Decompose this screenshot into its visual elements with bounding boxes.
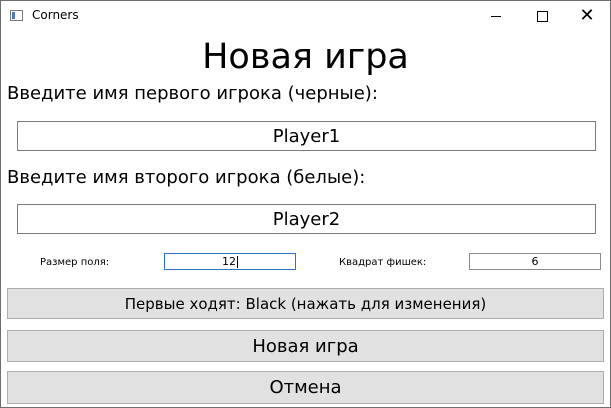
new-game-button-label: Новая игра xyxy=(252,335,359,357)
app-window-icon xyxy=(10,10,23,21)
close-button[interactable]: ✕ xyxy=(564,1,610,31)
board-size-field[interactable]: 12 xyxy=(164,253,296,270)
board-size-value: 12 xyxy=(222,255,236,268)
board-size-label: Размер поля: xyxy=(40,257,110,268)
new-game-button[interactable]: Новая игра xyxy=(7,330,604,362)
close-icon: ✕ xyxy=(579,5,595,26)
maximize-icon xyxy=(536,10,548,22)
player2-name-field[interactable]: Player2 xyxy=(17,204,596,234)
player1-name-field[interactable]: Player1 xyxy=(17,121,596,151)
title-bar[interactable]: Corners ✕ xyxy=(1,1,610,31)
player1-label: Введите имя первого игрока (черные): xyxy=(7,83,378,104)
maximize-button[interactable] xyxy=(519,1,565,31)
page-title: Новая игра xyxy=(202,37,409,77)
chips-square-label: Квадрат фишек: xyxy=(339,257,427,268)
first-move-toggle-button[interactable]: Первые ходят: Black (нажать для изменени… xyxy=(7,288,604,319)
player2-label: Введите имя второго игрока (белые): xyxy=(7,167,366,188)
player1-name-value: Player1 xyxy=(272,125,341,147)
first-move-button-label: Первые ходят: Black (нажать для изменени… xyxy=(124,294,487,313)
cancel-button[interactable]: Отмена xyxy=(7,371,604,404)
window-title: Corners xyxy=(32,8,79,22)
chips-square-field[interactable]: 6 xyxy=(469,253,601,270)
player2-name-value: Player2 xyxy=(272,208,341,230)
cancel-button-label: Отмена xyxy=(269,377,342,398)
minimize-button[interactable] xyxy=(473,1,519,31)
app-window: Corners ✕ Новая игра Введите имя первого… xyxy=(0,0,611,408)
chips-square-value: 6 xyxy=(531,255,539,268)
minimize-icon xyxy=(491,15,501,17)
text-caret xyxy=(237,255,238,268)
